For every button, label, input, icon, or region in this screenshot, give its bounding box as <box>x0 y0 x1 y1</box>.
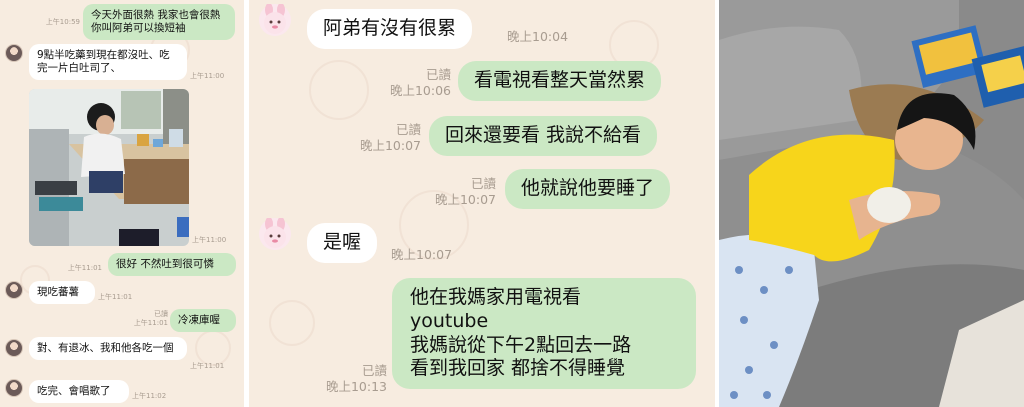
message-meta: 上午11:01 <box>67 264 102 272</box>
bunny-avatar[interactable] <box>259 3 291 36</box>
bunny-icon <box>264 217 286 248</box>
message-meta: 已讀 晚上10:06 <box>389 67 451 98</box>
message-bubble-outgoing[interactable]: 回來還要看 我說不給看 <box>429 116 658 156</box>
background-doodle <box>195 330 231 366</box>
message-bubble-outgoing[interactable]: 看電視看整天當然累 <box>458 61 662 101</box>
message-bubble-outgoing[interactable]: 他就說他要睡了 <box>505 169 671 209</box>
message-meta: 上午11:02 <box>132 392 167 400</box>
sleeping-boy-photo <box>719 0 1024 407</box>
chat-panel-left: 上午10:59 今天外面很熱 我家也會很熱 你叫阿弟可以換短袖 9點半吃藥到現在… <box>0 0 244 407</box>
message-meta: 上午11:00 <box>190 72 225 80</box>
message-meta: 上午11:01 <box>98 293 133 301</box>
message-meta: 上午10:59 <box>45 18 80 26</box>
chat-panel-middle: 阿弟有沒有很累 晚上10:04 已讀 晚上10:06 看電視看整天當然累 已讀 … <box>249 0 715 407</box>
message-bubble-outgoing[interactable]: 冷凍庫喔 <box>170 309 236 333</box>
message-bubble-incoming[interactable]: 是喔 <box>307 223 378 263</box>
message-bubble-incoming[interactable]: 9點半吃藥到現在都沒吐、吃完一片白吐司了、 <box>29 44 187 81</box>
message-bubble-outgoing[interactable]: 他在我媽家用電視看 youtube 我媽說從下午2點回去一路 看到我回家 都捨不… <box>392 278 696 389</box>
message-meta: 已讀 上午11:01 <box>133 310 168 327</box>
contact-avatar[interactable] <box>5 379 23 397</box>
message-meta: 已讀 晚上10:07 <box>359 122 421 153</box>
contact-avatar[interactable] <box>5 339 23 357</box>
bunny-avatar[interactable] <box>259 217 291 250</box>
photo-message[interactable] <box>29 89 189 246</box>
message-meta: 晚上10:04 <box>507 29 569 44</box>
message-bubble-incoming[interactable]: 吃完、會唱歌了 <box>29 380 129 404</box>
contact-avatar[interactable] <box>5 281 23 299</box>
sleeping-boy-illustration <box>719 0 1024 407</box>
contact-avatar[interactable] <box>5 44 23 62</box>
boy-at-desk-photo <box>29 89 189 246</box>
message-bubble-incoming[interactable]: 現吃蕃薯 <box>29 281 95 305</box>
message-bubble-incoming[interactable]: 對、有退冰、我和他各吃一個 <box>29 337 187 361</box>
message-bubble-outgoing[interactable]: 今天外面很熱 我家也會很熱 你叫阿弟可以換短袖 <box>83 4 235 41</box>
message-meta: 已讀 晚上10:07 <box>434 176 496 207</box>
message-meta: 已讀 晚上10:13 <box>325 363 387 394</box>
message-bubble-outgoing[interactable]: 很好 不然吐到很可憐 <box>108 253 236 277</box>
background-doodle <box>269 300 315 346</box>
bunny-icon <box>264 3 286 34</box>
message-meta: 晚上10:07 <box>391 247 453 262</box>
message-meta: 上午11:00 <box>192 236 227 244</box>
message-bubble-incoming[interactable]: 阿弟有沒有很累 <box>307 9 473 49</box>
background-doodle <box>309 60 369 120</box>
message-meta: 上午11:01 <box>190 362 225 370</box>
